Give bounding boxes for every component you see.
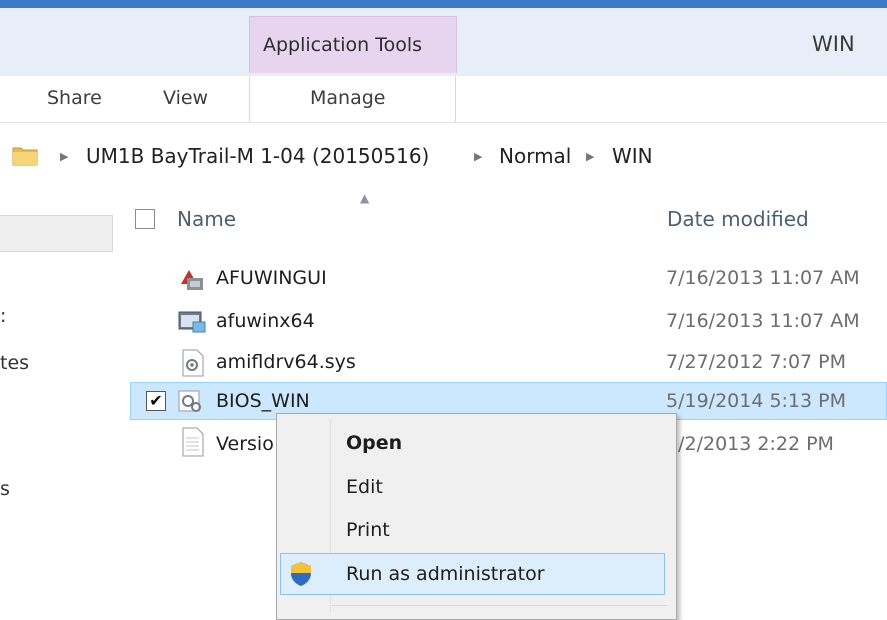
file-date: 7/16/2013 11:07 AM [666,267,860,289]
tab-manage[interactable]: Manage [310,87,385,109]
select-all-checkbox[interactable] [135,209,155,229]
sidebar-item-fragment[interactable]: : [0,305,6,327]
file-date: 7/27/2012 7:07 PM [666,351,847,373]
menu-item-open[interactable]: Open [346,432,402,454]
breadcrumb-um1b[interactable]: UM1B BayTrail-M 1-04 (20150516) [86,144,429,168]
manage-divider-right [455,76,456,122]
column-header-date-modified[interactable]: Date modified [667,207,809,231]
sort-ascending-icon: ▲ [360,191,370,205]
column-header-name[interactable]: Name [177,207,236,231]
breadcrumb-normal[interactable]: Normal [499,144,571,168]
window-top-edge [0,0,887,8]
menu-item-print[interactable]: Print [346,519,390,541]
sidebar-selected-item[interactable] [0,215,113,252]
sidebar-item-fragment[interactable]: tes [0,352,29,374]
file-name: BIOS_WIN [216,390,310,412]
file-date: 5/19/2014 5:13 PM [666,390,847,412]
text-file-icon [182,427,204,457]
system-file-icon [182,349,204,377]
file-name: AFUWINGUI [216,267,327,289]
breadcrumb-arrow-icon[interactable]: ▶ [60,150,68,163]
file-date: 3/2/2013 2:22 PM [666,433,834,455]
afuwingui-app-icon [181,270,203,290]
tab-view[interactable]: View [163,87,208,109]
ribbon-tab-strip [0,76,887,123]
window-title: WIN [812,32,855,56]
menu-item-edit[interactable]: Edit [346,476,383,498]
breadcrumb-arrow-icon[interactable]: ▶ [474,150,482,163]
row-checkbox-checked[interactable]: ✔ [146,391,166,411]
file-name: afuwinx64 [216,310,315,332]
menu-item-run-as-administrator[interactable]: Run as administrator [346,563,545,585]
manage-divider-left [249,76,250,122]
contextual-tab-group-label: Application Tools [263,34,423,56]
file-name: Versio [216,433,274,455]
sidebar-item-fragment[interactable]: s [0,478,10,500]
folder-icon [12,147,38,166]
console-app-icon [178,311,206,333]
breadcrumb-win[interactable]: WIN [612,144,653,168]
menu-separator [332,605,667,606]
uac-shield-icon [291,562,311,586]
breadcrumb-arrow-icon[interactable]: ▶ [586,150,594,163]
file-date: 7/16/2013 11:07 AM [666,310,860,332]
file-name: amifldrv64.sys [216,351,356,373]
tab-share[interactable]: Share [47,87,102,109]
batch-file-icon [178,390,201,412]
